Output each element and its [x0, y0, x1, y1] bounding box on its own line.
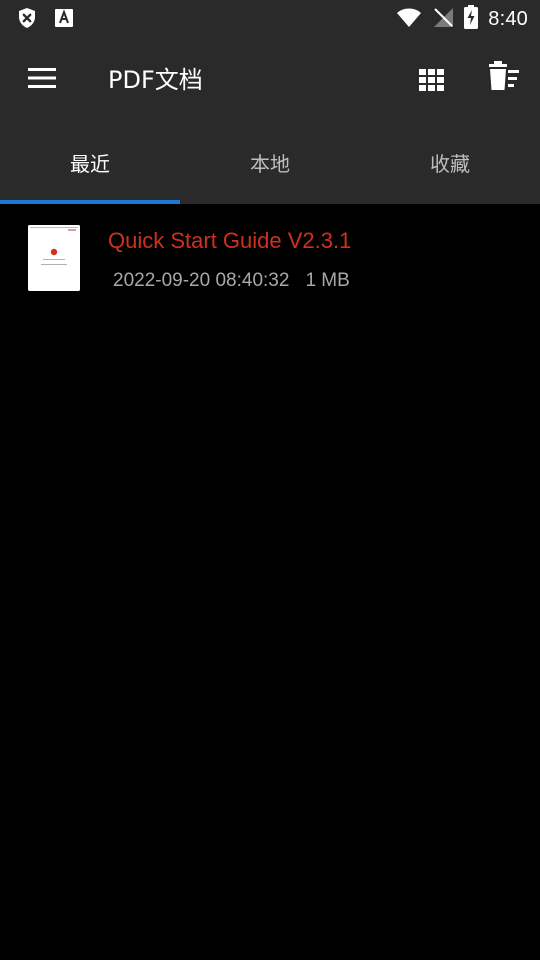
font-a-icon [54, 8, 74, 33]
screen: 8:40 PDF文档 最近 本地 收藏 Quick Start Guide V2… [0, 0, 540, 960]
tab-favorites[interactable]: 收藏 [360, 120, 540, 204]
file-date: 2022-09-20 08:40:32 [113, 270, 290, 291]
tab-local[interactable]: 本地 [180, 120, 360, 204]
menu-button[interactable] [22, 60, 62, 96]
delete-list-icon [484, 61, 524, 98]
tab-bar: 最近 本地 收藏 [0, 120, 540, 204]
clock: 8:40 [488, 8, 528, 30]
page-title: PDF文档 [108, 66, 203, 94]
file-size: 1 MB [305, 270, 350, 291]
status-bar: 8:40 [0, 0, 540, 36]
tab-local-label: 本地 [250, 151, 290, 176]
file-list: Quick Start Guide V2.3.1 2022-09-20 08:4… [0, 204, 540, 308]
app-bar: PDF文档 [0, 36, 540, 120]
no-signal-icon [432, 6, 454, 33]
file-name: Quick Start Guide V2.3.1 [108, 228, 352, 253]
delete-list-button[interactable] [484, 60, 524, 94]
tab-recent-label: 最近 [70, 151, 110, 176]
battery-charging-icon [464, 5, 479, 34]
shield-x-icon [16, 7, 38, 34]
grid-view-icon [414, 69, 450, 98]
status-bar-right: 8:40 [396, 5, 528, 34]
tab-favorites-label: 收藏 [430, 151, 470, 176]
hamburger-menu-icon [22, 68, 62, 100]
pdf-thumbnail [28, 225, 80, 291]
tab-recent[interactable]: 最近 [0, 120, 180, 204]
list-item[interactable]: Quick Start Guide V2.3.1 2022-09-20 08:4… [0, 204, 540, 308]
grid-view-button[interactable] [414, 64, 450, 94]
file-meta: 2022-09-20 08:40:32 1 MB [113, 270, 350, 292]
status-bar-left [16, 7, 74, 34]
wifi-icon [396, 6, 422, 33]
